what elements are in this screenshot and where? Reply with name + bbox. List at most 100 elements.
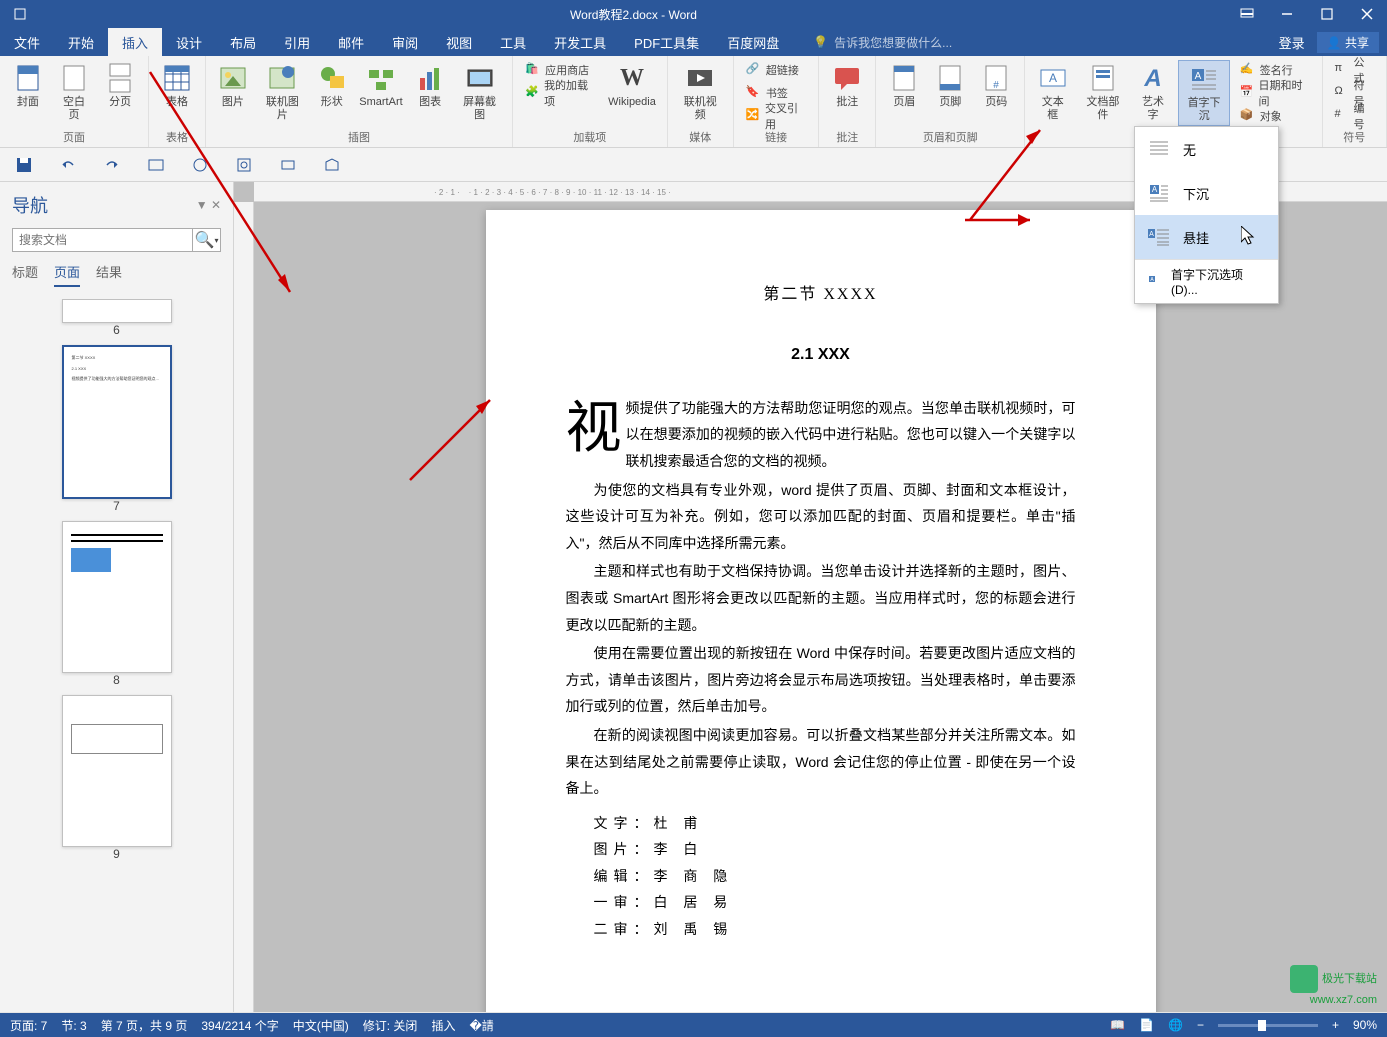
nav-tab-pages[interactable]: 页面 bbox=[54, 262, 80, 287]
status-page[interactable]: 页面: 7 bbox=[10, 1017, 47, 1034]
view-read-icon[interactable]: 📖 bbox=[1110, 1018, 1125, 1032]
thumbnail-6[interactable] bbox=[62, 299, 172, 323]
object-button[interactable]: 📦对象 bbox=[1236, 106, 1314, 126]
tab-layout[interactable]: 布局 bbox=[216, 28, 270, 56]
tab-tools[interactable]: 工具 bbox=[486, 28, 540, 56]
hyperlink-button[interactable]: 🔗超链接 bbox=[742, 60, 810, 80]
nav-title: 导航 bbox=[12, 192, 48, 218]
ribbon-display-options-icon[interactable] bbox=[0, 0, 40, 28]
tab-view[interactable]: 视图 bbox=[432, 28, 486, 56]
zoom-in-button[interactable]: + bbox=[1332, 1018, 1339, 1032]
zoom-level[interactable]: 90% bbox=[1353, 1018, 1377, 1032]
textbox-button[interactable]: A文本框 bbox=[1033, 60, 1072, 124]
tab-baidu[interactable]: 百度网盘 bbox=[713, 28, 793, 56]
document-scroll[interactable]: 第二节 XXXX 2.1 XXX 视 频提供了功能强大的方法帮助您证明您的观点。… bbox=[254, 202, 1387, 1012]
login-link[interactable]: 登录 bbox=[1279, 33, 1305, 52]
my-addins-button[interactable]: 🧩我的加载项 bbox=[521, 83, 599, 103]
status-track[interactable]: 修订: 关闭 bbox=[363, 1017, 418, 1034]
tab-file[interactable]: 文件 bbox=[0, 28, 54, 56]
header-button[interactable]: 页眉 bbox=[884, 60, 924, 111]
blank-page-button[interactable]: 空白页 bbox=[54, 60, 95, 124]
datetime-button[interactable]: 📅日期和时间 bbox=[1236, 83, 1314, 103]
section-title: 第二节 XXXX bbox=[566, 280, 1076, 310]
view-print-icon[interactable]: 📄 bbox=[1139, 1018, 1154, 1032]
cover-page-button[interactable]: 封面 bbox=[8, 60, 48, 111]
credits: 文字：杜 甫 图片：李 白 编辑：李 商 隐 一审：白 居 易 二审：刘 禹 锡 bbox=[566, 810, 1076, 943]
minimize-button[interactable] bbox=[1267, 0, 1307, 28]
tab-home[interactable]: 开始 bbox=[54, 28, 108, 56]
quickparts-button[interactable]: 文档部件 bbox=[1078, 60, 1127, 124]
dropcap-in-margin[interactable]: A 悬挂 bbox=[1135, 215, 1278, 259]
footer-button[interactable]: 页脚 bbox=[930, 60, 970, 111]
status-words[interactable]: 394/2214 个字 bbox=[201, 1017, 278, 1034]
nav-close-icon[interactable]: ▼ ✕ bbox=[196, 198, 221, 212]
qa-btn-4[interactable] bbox=[144, 153, 168, 177]
tell-me-search[interactable]: 💡 告诉我您想要做什么... bbox=[813, 34, 952, 51]
dropcap-none[interactable]: 无 bbox=[1135, 127, 1278, 171]
tab-design[interactable]: 设计 bbox=[162, 28, 216, 56]
footer-icon bbox=[934, 62, 966, 94]
status-pages[interactable]: 第 7 页，共 9 页 bbox=[101, 1017, 188, 1034]
online-picture-button[interactable]: 联机图片 bbox=[258, 60, 307, 124]
chart-button[interactable]: 图表 bbox=[411, 60, 449, 111]
tab-developer[interactable]: 开发工具 bbox=[540, 28, 620, 56]
thumbnail-7[interactable]: 第二节 XXXX2.1 XXX视频提供了功能强大的方法帮助您证明您的观点... bbox=[62, 345, 172, 499]
redo-button[interactable] bbox=[100, 153, 124, 177]
tab-references[interactable]: 引用 bbox=[270, 28, 324, 56]
tab-review[interactable]: 审阅 bbox=[378, 28, 432, 56]
thumbnail-9[interactable] bbox=[62, 695, 172, 847]
nav-tab-results[interactable]: 结果 bbox=[96, 262, 122, 287]
save-button[interactable] bbox=[12, 153, 36, 177]
chart-icon bbox=[414, 62, 446, 94]
search-button[interactable]: 🔍▾ bbox=[192, 229, 220, 251]
thumbnail-8[interactable] bbox=[62, 521, 172, 673]
shapes-icon bbox=[316, 62, 348, 94]
maximize-button[interactable] bbox=[1307, 0, 1347, 28]
comment-button[interactable]: 批注 bbox=[827, 60, 867, 111]
online-video-button[interactable]: 联机视频 bbox=[676, 60, 725, 124]
tab-insert[interactable]: 插入 bbox=[108, 28, 162, 56]
qa-btn-7[interactable] bbox=[276, 153, 300, 177]
undo-button[interactable] bbox=[56, 153, 80, 177]
navigation-pane: 导航 ▼ ✕ 🔍▾ 标题 页面 结果 6 第二节 XXXX2.1 XXX视频提供… bbox=[0, 182, 234, 1012]
nav-tab-headings[interactable]: 标题 bbox=[12, 262, 38, 287]
dropcap-dropped[interactable]: A 下沉 bbox=[1135, 171, 1278, 215]
table-button[interactable]: 表格 bbox=[157, 60, 197, 111]
vertical-ruler[interactable] bbox=[234, 202, 254, 1012]
shapes-button[interactable]: 形状 bbox=[313, 60, 351, 111]
status-insert[interactable]: 插入 bbox=[431, 1017, 455, 1034]
smartart-icon bbox=[365, 62, 397, 94]
group-label-pages: 页面 bbox=[8, 127, 140, 145]
picture-button[interactable]: 图片 bbox=[214, 60, 252, 111]
wikipedia-button[interactable]: WWikipedia bbox=[605, 60, 658, 111]
qa-btn-8[interactable] bbox=[320, 153, 344, 177]
tab-pdf[interactable]: PDF工具集 bbox=[620, 28, 713, 56]
pagenum-button[interactable]: #页码 bbox=[976, 60, 1016, 111]
smartart-button[interactable]: SmartArt bbox=[357, 60, 405, 111]
dropcap-button[interactable]: A首字下沉 bbox=[1178, 60, 1229, 126]
close-button[interactable] bbox=[1347, 0, 1387, 28]
page-break-button[interactable]: 分页 bbox=[100, 60, 140, 111]
zoom-slider[interactable] bbox=[1218, 1024, 1318, 1027]
ribbon-options-icon[interactable] bbox=[1227, 0, 1267, 28]
qa-btn-6[interactable] bbox=[232, 153, 256, 177]
qa-btn-5[interactable] bbox=[188, 153, 212, 177]
paragraph-2: 为使您的文档具有专业外观，word 提供了页眉、页脚、封面和文本框设计，这些设计… bbox=[566, 477, 1076, 557]
wordart-button[interactable]: A艺术字 bbox=[1134, 60, 1173, 124]
dropcap-options[interactable]: A 首字下沉选项(D)... bbox=[1135, 260, 1278, 303]
credit-row: 图片：李 白 bbox=[566, 836, 1076, 863]
document-page[interactable]: 第二节 XXXX 2.1 XXX 视 频提供了功能强大的方法帮助您证明您的观点。… bbox=[486, 210, 1156, 1012]
svg-text:#: # bbox=[994, 80, 1000, 91]
search-input[interactable] bbox=[13, 229, 192, 251]
share-button[interactable]: 👤 共享 bbox=[1317, 32, 1379, 53]
view-web-icon[interactable]: 🌐 bbox=[1168, 1018, 1183, 1032]
status-lang[interactable]: 中文(中国) bbox=[293, 1017, 349, 1034]
tab-mailings[interactable]: 邮件 bbox=[324, 28, 378, 56]
screenshot-button[interactable]: 屏幕截图 bbox=[455, 60, 504, 124]
zoom-out-button[interactable]: − bbox=[1197, 1018, 1204, 1032]
status-section[interactable]: 节: 3 bbox=[61, 1017, 86, 1034]
status-extra-icon[interactable]: �請 bbox=[469, 1017, 493, 1034]
thumb-num-7: 7 bbox=[62, 499, 172, 513]
number-button[interactable]: #编号 bbox=[1331, 106, 1379, 126]
crossref-button[interactable]: 🔀交叉引用 bbox=[742, 106, 810, 126]
